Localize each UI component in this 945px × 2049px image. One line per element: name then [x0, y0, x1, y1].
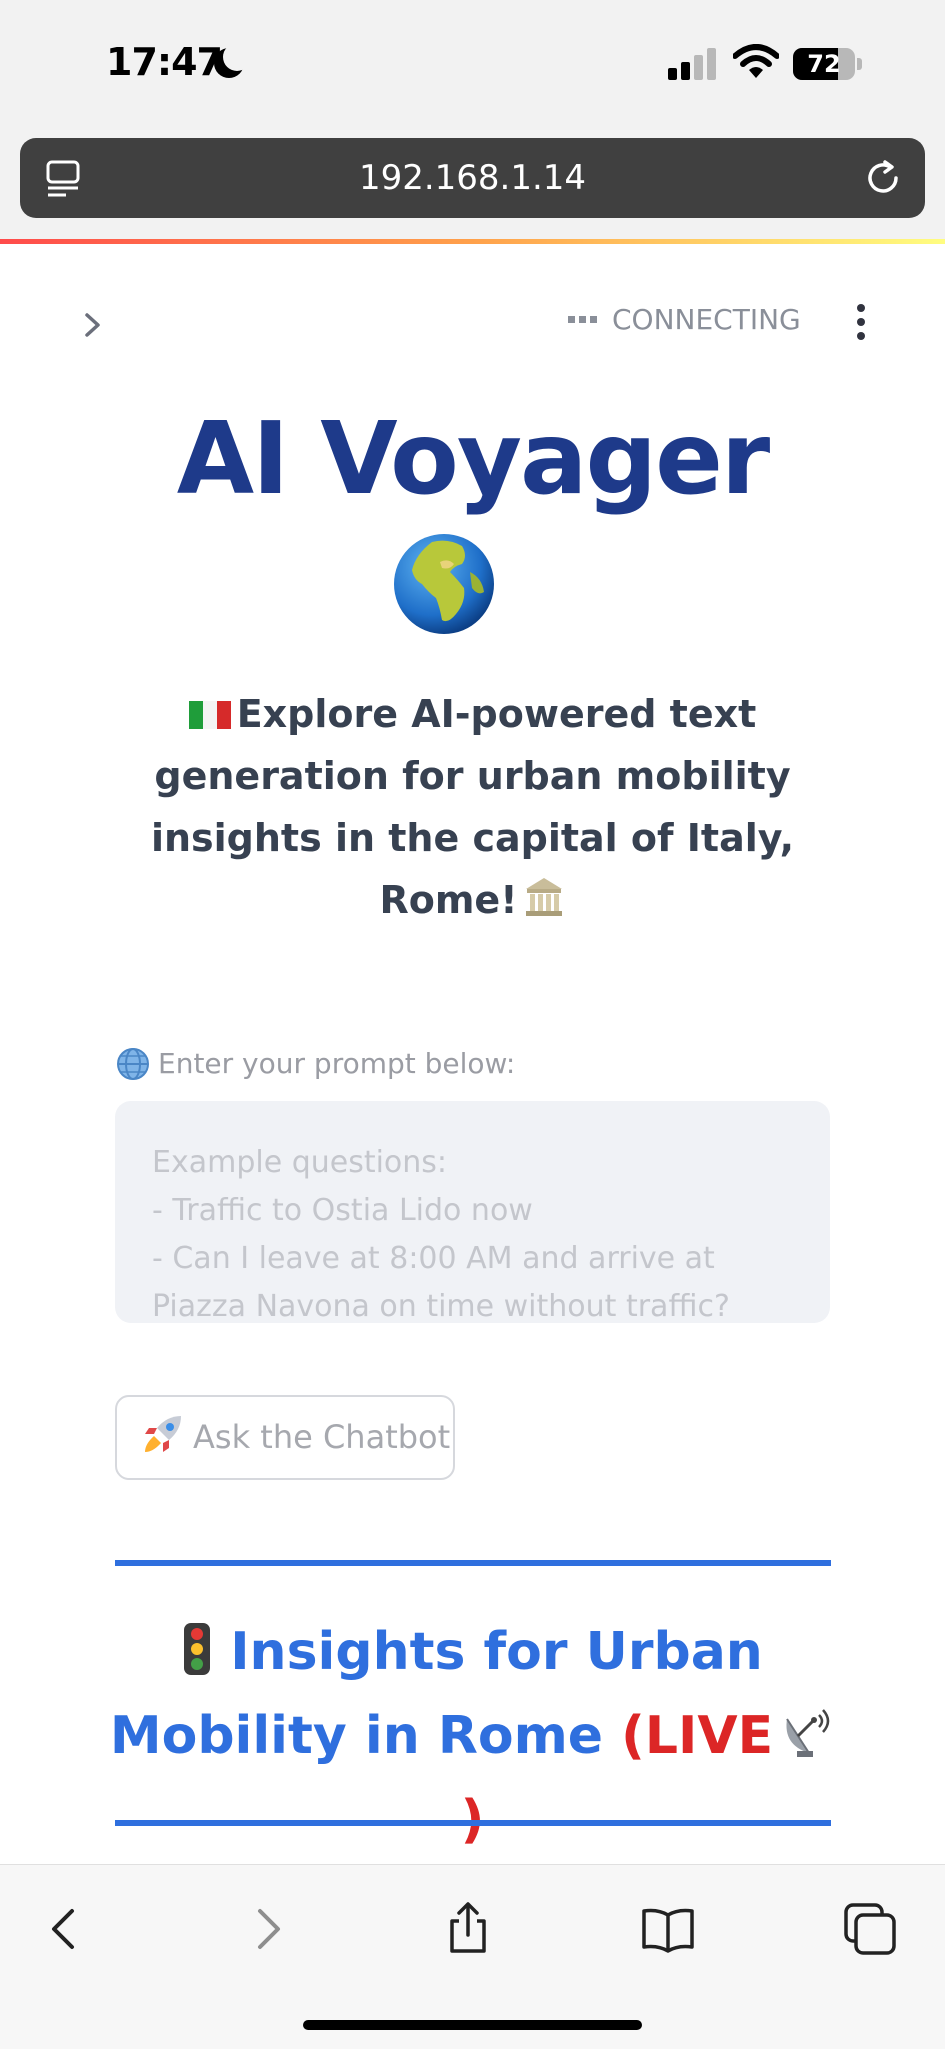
temple-icon — [525, 878, 562, 916]
back-icon[interactable] — [34, 1899, 94, 1959]
prompt-label-text: Enter your prompt below: — [158, 1047, 516, 1080]
italy-flag-icon — [188, 701, 231, 729]
ask-chatbot-label: Ask the Chatbot — [193, 1418, 451, 1456]
page-title: AI Voyager — [176, 400, 770, 517]
moon-icon — [214, 43, 251, 78]
prompt-placeholder: Example questions: - Traffic to Ostia Li… — [152, 1145, 730, 1323]
status-bar: 17:47 72 — [0, 0, 945, 130]
status-time: 17:47 — [106, 40, 223, 84]
battery-icon: 72 — [793, 48, 855, 80]
browser-address-area: 192.168.1.14 — [0, 130, 945, 240]
page-subtitle: Explore AI-powered text generation for u… — [150, 683, 795, 931]
share-icon[interactable] — [438, 1899, 498, 1959]
cellular-signal-icon — [668, 48, 720, 80]
bookmarks-icon[interactable] — [638, 1899, 698, 1959]
connecting-icon — [568, 316, 598, 324]
section-divider-top — [115, 1560, 831, 1566]
prompt-textarea[interactable]: Example questions: - Traffic to Ostia Li… — [115, 1101, 830, 1323]
globe-icon — [394, 534, 494, 634]
home-indicator[interactable] — [303, 2020, 642, 2030]
prompt-label: Enter your prompt below: — [116, 1047, 515, 1081]
ask-chatbot-button[interactable]: Ask the Chatbot — [115, 1395, 455, 1480]
subtitle-text: Explore AI-powered text generation for u… — [150, 692, 795, 922]
traffic-light-icon — [184, 1623, 211, 1675]
live-label: (LIVE — [621, 1706, 774, 1766]
reload-icon[interactable] — [863, 158, 903, 198]
kebab-menu-icon[interactable] — [854, 304, 868, 340]
satellite-dish-icon — [786, 1709, 830, 1757]
chevron-right-icon[interactable] — [80, 312, 106, 338]
globe-icon — [117, 1048, 149, 1080]
forward-icon[interactable] — [238, 1899, 298, 1959]
rocket-icon — [145, 1416, 181, 1452]
connection-status: CONNECTING — [612, 303, 801, 336]
url-text[interactable]: 192.168.1.14 — [20, 138, 925, 218]
address-bar[interactable]: 192.168.1.14 — [20, 138, 925, 218]
battery-level: 72 — [807, 50, 841, 78]
wifi-icon — [733, 44, 779, 78]
section-divider-bottom — [115, 1820, 831, 1826]
tabs-overview-icon[interactable] — [840, 1899, 900, 1959]
decoration-bar — [0, 239, 945, 244]
